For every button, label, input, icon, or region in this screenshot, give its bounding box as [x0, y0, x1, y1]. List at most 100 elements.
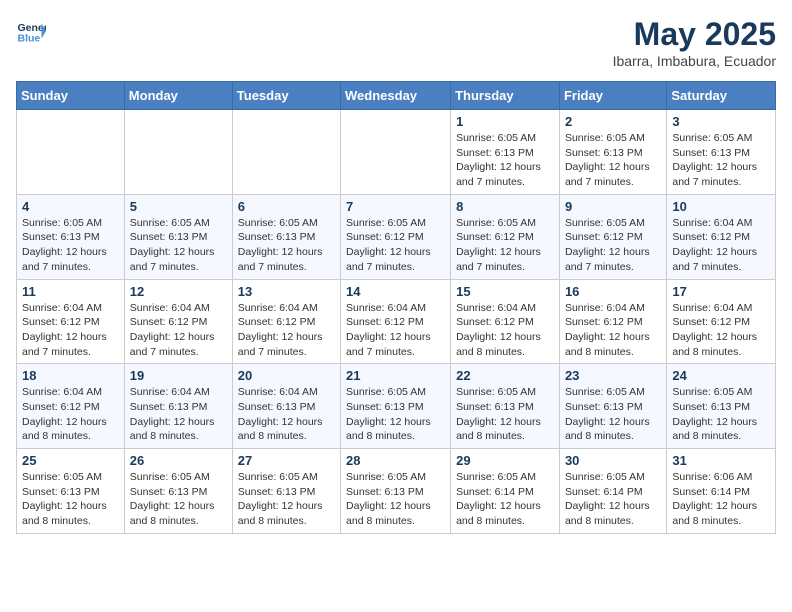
day-info: Sunrise: 6:05 AM Sunset: 6:13 PM Dayligh…	[672, 131, 770, 190]
weekday-header-friday: Friday	[559, 82, 666, 110]
day-number: 18	[22, 368, 119, 383]
day-info: Sunrise: 6:05 AM Sunset: 6:13 PM Dayligh…	[672, 385, 770, 444]
calendar-cell: 18 Sunrise: 6:04 AM Sunset: 6:12 PM Dayli…	[17, 364, 125, 449]
day-info: Sunrise: 6:05 AM Sunset: 6:13 PM Dayligh…	[565, 131, 661, 190]
day-info: Sunrise: 6:05 AM Sunset: 6:13 PM Dayligh…	[238, 470, 335, 529]
day-number: 29	[456, 453, 554, 468]
day-info: Sunrise: 6:05 AM Sunset: 6:13 PM Dayligh…	[22, 470, 119, 529]
day-info: Sunrise: 6:05 AM Sunset: 6:13 PM Dayligh…	[130, 216, 227, 275]
day-number: 15	[456, 284, 554, 299]
calendar-cell: 29 Sunrise: 6:05 AM Sunset: 6:14 PM Dayli…	[451, 449, 560, 534]
calendar-cell: 24 Sunrise: 6:05 AM Sunset: 6:13 PM Dayli…	[667, 364, 776, 449]
day-info: Sunrise: 6:04 AM Sunset: 6:12 PM Dayligh…	[565, 301, 661, 360]
day-info: Sunrise: 6:05 AM Sunset: 6:13 PM Dayligh…	[130, 470, 227, 529]
day-info: Sunrise: 6:04 AM Sunset: 6:12 PM Dayligh…	[346, 301, 445, 360]
page-header: General Blue May 2025 Ibarra, Imbabura, …	[16, 16, 776, 69]
calendar-cell: 8Sunrise: 6:05 AM Sunset: 6:12 PM Daylig…	[451, 194, 560, 279]
day-number: 3	[672, 114, 770, 129]
day-number: 20	[238, 368, 335, 383]
calendar-cell: 10Sunrise: 6:04 AM Sunset: 6:12 PM Dayli…	[667, 194, 776, 279]
day-info: Sunrise: 6:04 AM Sunset: 6:12 PM Dayligh…	[22, 301, 119, 360]
weekday-header-tuesday: Tuesday	[232, 82, 340, 110]
day-number: 11	[22, 284, 119, 299]
calendar-cell	[341, 110, 451, 195]
day-info: Sunrise: 6:05 AM Sunset: 6:13 PM Dayligh…	[456, 385, 554, 444]
day-info: Sunrise: 6:05 AM Sunset: 6:14 PM Dayligh…	[456, 470, 554, 529]
calendar-cell: 4Sunrise: 6:05 AM Sunset: 6:13 PM Daylig…	[17, 194, 125, 279]
location-subtitle: Ibarra, Imbabura, Ecuador	[613, 53, 776, 69]
calendar-cell: 27Sunrise: 6:05 AM Sunset: 6:13 PM Dayli…	[232, 449, 340, 534]
svg-text:Blue: Blue	[18, 33, 41, 45]
calendar-cell: 16 Sunrise: 6:04 AM Sunset: 6:12 PM Dayli…	[559, 279, 666, 364]
calendar-cell: 28 Sunrise: 6:05 AM Sunset: 6:13 PM Dayli…	[341, 449, 451, 534]
calendar-cell: 15 Sunrise: 6:04 AM Sunset: 6:12 PM Dayli…	[451, 279, 560, 364]
calendar-cell: 25 Sunrise: 6:05 AM Sunset: 6:13 PM Dayli…	[17, 449, 125, 534]
day-info: Sunrise: 6:04 AM Sunset: 6:12 PM Dayligh…	[130, 301, 227, 360]
calendar-cell: 9 Sunrise: 6:05 AM Sunset: 6:12 PM Daylig…	[559, 194, 666, 279]
calendar-cell	[17, 110, 125, 195]
day-number: 21	[346, 368, 445, 383]
day-number: 13	[238, 284, 335, 299]
calendar-cell: 21 Sunrise: 6:05 AM Sunset: 6:13 PM Dayli…	[341, 364, 451, 449]
calendar-table: SundayMondayTuesdayWednesdayThursdayFrid…	[16, 81, 776, 534]
day-number: 2	[565, 114, 661, 129]
day-info: Sunrise: 6:05 AM Sunset: 6:12 PM Dayligh…	[565, 216, 661, 275]
calendar-cell: 1 Sunrise: 6:05 AM Sunset: 6:13 PM Daylig…	[451, 110, 560, 195]
calendar-cell: 14 Sunrise: 6:04 AM Sunset: 6:12 PM Dayli…	[341, 279, 451, 364]
month-title: May 2025	[613, 16, 776, 53]
day-number: 4	[22, 199, 119, 214]
calendar-cell: 20 Sunrise: 6:04 AM Sunset: 6:13 PM Dayli…	[232, 364, 340, 449]
day-number: 7	[346, 199, 445, 214]
calendar-cell: 13 Sunrise: 6:04 AM Sunset: 6:12 PM Dayli…	[232, 279, 340, 364]
day-number: 14	[346, 284, 445, 299]
calendar-cell: 5 Sunrise: 6:05 AM Sunset: 6:13 PM Daylig…	[124, 194, 232, 279]
day-number: 17	[672, 284, 770, 299]
calendar-cell: 22 Sunrise: 6:05 AM Sunset: 6:13 PM Dayli…	[451, 364, 560, 449]
day-info: Sunrise: 6:05 AM Sunset: 6:12 PM Dayligh…	[346, 216, 445, 275]
day-info: Sunrise: 6:05 AM Sunset: 6:12 PM Dayligh…	[456, 216, 554, 275]
logo: General Blue	[16, 16, 46, 46]
day-number: 10	[672, 199, 770, 214]
day-number: 25	[22, 453, 119, 468]
day-info: Sunrise: 6:04 AM Sunset: 6:13 PM Dayligh…	[238, 385, 335, 444]
day-info: Sunrise: 6:05 AM Sunset: 6:14 PM Dayligh…	[565, 470, 661, 529]
day-number: 9	[565, 199, 661, 214]
day-number: 6	[238, 199, 335, 214]
day-number: 5	[130, 199, 227, 214]
calendar-cell: 11 Sunrise: 6:04 AM Sunset: 6:12 PM Dayli…	[17, 279, 125, 364]
day-number: 22	[456, 368, 554, 383]
day-number: 31	[672, 453, 770, 468]
day-info: Sunrise: 6:06 AM Sunset: 6:14 PM Dayligh…	[672, 470, 770, 529]
title-block: May 2025 Ibarra, Imbabura, Ecuador	[613, 16, 776, 69]
day-info: Sunrise: 6:05 AM Sunset: 6:13 PM Dayligh…	[565, 385, 661, 444]
day-number: 24	[672, 368, 770, 383]
calendar-cell: 7 Sunrise: 6:05 AM Sunset: 6:12 PM Daylig…	[341, 194, 451, 279]
calendar-cell: 31 Sunrise: 6:06 AM Sunset: 6:14 PM Dayli…	[667, 449, 776, 534]
day-number: 16	[565, 284, 661, 299]
calendar-cell: 26 Sunrise: 6:05 AM Sunset: 6:13 PM Dayli…	[124, 449, 232, 534]
day-info: Sunrise: 6:05 AM Sunset: 6:13 PM Dayligh…	[346, 470, 445, 529]
weekday-header-wednesday: Wednesday	[341, 82, 451, 110]
calendar-cell: 3 Sunrise: 6:05 AM Sunset: 6:13 PM Daylig…	[667, 110, 776, 195]
calendar-cell: 6 Sunrise: 6:05 AM Sunset: 6:13 PM Daylig…	[232, 194, 340, 279]
weekday-header-saturday: Saturday	[667, 82, 776, 110]
calendar-cell: 17 Sunrise: 6:04 AM Sunset: 6:12 PM Dayli…	[667, 279, 776, 364]
day-info: Sunrise: 6:04 AM Sunset: 6:12 PM Dayligh…	[238, 301, 335, 360]
day-info: Sunrise: 6:05 AM Sunset: 6:13 PM Dayligh…	[346, 385, 445, 444]
day-number: 28	[346, 453, 445, 468]
day-number: 1	[456, 114, 554, 129]
day-info: Sunrise: 6:04 AM Sunset: 6:12 PM Dayligh…	[456, 301, 554, 360]
calendar-cell: 23 Sunrise: 6:05 AM Sunset: 6:13 PM Dayli…	[559, 364, 666, 449]
day-info: Sunrise: 6:05 AM Sunset: 6:13 PM Dayligh…	[456, 131, 554, 190]
day-number: 23	[565, 368, 661, 383]
day-number: 30	[565, 453, 661, 468]
day-info: Sunrise: 6:04 AM Sunset: 6:13 PM Dayligh…	[130, 385, 227, 444]
calendar-cell	[124, 110, 232, 195]
calendar-cell: 30 Sunrise: 6:05 AM Sunset: 6:14 PM Dayli…	[559, 449, 666, 534]
calendar-cell: 19Sunrise: 6:04 AM Sunset: 6:13 PM Dayli…	[124, 364, 232, 449]
day-info: Sunrise: 6:04 AM Sunset: 6:12 PM Dayligh…	[22, 385, 119, 444]
day-number: 26	[130, 453, 227, 468]
weekday-header-monday: Monday	[124, 82, 232, 110]
day-info: Sunrise: 6:04 AM Sunset: 6:12 PM Dayligh…	[672, 301, 770, 360]
day-info: Sunrise: 6:05 AM Sunset: 6:13 PM Dayligh…	[238, 216, 335, 275]
